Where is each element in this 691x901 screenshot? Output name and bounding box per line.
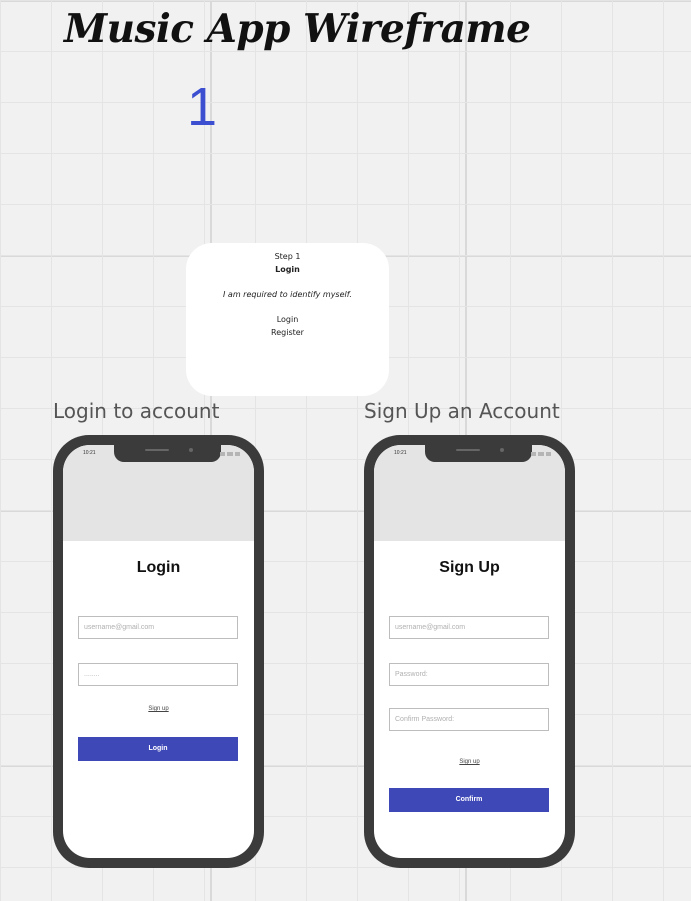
signup-form-title: Sign Up xyxy=(439,559,500,576)
confirm-button[interactable]: Confirm xyxy=(389,788,549,812)
password-input[interactable]: Password: xyxy=(389,663,549,686)
speaker-icon xyxy=(456,449,480,451)
camera-icon xyxy=(189,448,193,452)
status-time: 10:21 xyxy=(83,450,96,456)
password-input[interactable]: ........ xyxy=(78,663,238,686)
login-phone-screen: 10:21 Login username@gmail.com ........ … xyxy=(63,445,254,858)
username-input[interactable]: username@gmail.com xyxy=(78,616,238,639)
signup-link[interactable]: Sign up xyxy=(374,759,565,765)
speaker-icon xyxy=(145,449,169,451)
login-frame-heading: Login to account xyxy=(53,399,220,423)
phone-notch xyxy=(425,445,532,462)
camera-icon xyxy=(500,448,504,452)
signup-phone-frame: 10:21 Sign Up username@gmail.com Passwor… xyxy=(364,435,575,868)
step-title: Login xyxy=(275,265,300,274)
confirm-password-input[interactable]: Confirm Password: xyxy=(389,708,549,731)
phone-notch xyxy=(114,445,221,462)
signup-frame-heading: Sign Up an Account xyxy=(364,399,560,423)
step-description: I am required to identify myself. xyxy=(223,290,352,299)
step-label: Step 1 xyxy=(274,252,301,261)
step-option-register: Register xyxy=(271,328,304,337)
email-input[interactable]: username@gmail.com xyxy=(389,616,549,639)
signup-phone-screen: 10:21 Sign Up username@gmail.com Passwor… xyxy=(374,445,565,858)
signup-link[interactable]: Sign up xyxy=(63,706,254,712)
board-title: Music App Wireframe xyxy=(64,6,531,52)
step-option-login: Login xyxy=(276,315,299,324)
login-phone-frame: 10:21 Login username@gmail.com ........ … xyxy=(53,435,264,868)
login-button[interactable]: Login xyxy=(78,737,238,761)
step-sticky-card[interactable]: Step 1 Login I am required to identify m… xyxy=(186,243,389,396)
step-number: 1 xyxy=(187,77,218,137)
status-bar-icons xyxy=(531,452,551,456)
status-time: 10:21 xyxy=(394,450,407,456)
status-bar-icons xyxy=(220,452,240,456)
login-form-title: Login xyxy=(136,559,181,576)
